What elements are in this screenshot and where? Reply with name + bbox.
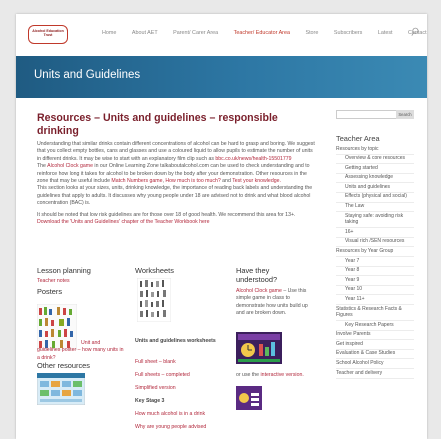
- sidebar-item[interactable]: Getting started: [336, 164, 414, 174]
- link-separator: ,: [162, 178, 164, 185]
- menu-item-parent[interactable]: Parent/ Carer Area: [173, 30, 218, 36]
- page-frame: Alcohol Education Trust Home About AET P…: [16, 14, 427, 439]
- download-chapter-link[interactable]: Download the 'Units and Guidelines' chap…: [37, 219, 210, 225]
- bbc-link[interactable]: bbc.co.uk/news/health-15501779: [215, 156, 291, 162]
- or-text: or use the: [236, 372, 260, 378]
- menu-item-latest[interactable]: Latest: [378, 30, 393, 36]
- site-logo[interactable]: Alcohol Education Trust: [28, 25, 68, 44]
- sidebar-item[interactable]: Units and guidelines: [336, 183, 414, 193]
- sidebar-search-input[interactable]: Search: [336, 110, 414, 119]
- sidebar-item[interactable]: Involve Parents: [336, 331, 414, 341]
- guidelines-text: It should be noted that low risk guideli…: [37, 211, 296, 218]
- interactive-version-link[interactable]: interactive version.: [261, 372, 304, 378]
- menu-item-home[interactable]: Home: [102, 30, 116, 36]
- sidebar-item[interactable]: Effects (physical and social): [336, 193, 414, 203]
- posters-heading: Posters: [37, 287, 63, 297]
- sidebar-item[interactable]: The Law: [336, 203, 414, 213]
- logo-text: Alcohol Education Trust: [32, 29, 64, 38]
- sidebar-item[interactable]: Year 8: [336, 267, 414, 277]
- other-resources-thumbnail[interactable]: [37, 373, 85, 405]
- sidebar-item[interactable]: School Alcohol Policy: [336, 359, 414, 370]
- main-menu: Home About AET Parent/ Carer Area Teache…: [102, 30, 427, 36]
- article-heading: Resources – Units and guidelines – respo…: [37, 112, 278, 137]
- sidebar-item[interactable]: Resources by topic: [336, 145, 414, 155]
- menu-item-subscribers[interactable]: Subscribers: [334, 30, 362, 36]
- section-paragraph: This section looks at your sizes, units,…: [37, 185, 313, 207]
- menu-item-store[interactable]: Store: [305, 30, 318, 36]
- sidebar-item[interactable]: Overview & core resources: [336, 155, 414, 165]
- worksheets-heading: Worksheets: [135, 266, 174, 275]
- sidebar-item[interactable]: Evaluation & Case Studies: [336, 350, 414, 360]
- lesson-heading: Lesson planning: [37, 266, 91, 275]
- sidebar-item[interactable]: Assessing knowledge: [336, 174, 414, 184]
- worksheet-link-simplified[interactable]: Simplified version: [135, 385, 176, 392]
- and-text: and: [222, 178, 231, 185]
- understood-heading: Have they understood?: [236, 266, 278, 284]
- sidebar-item[interactable]: Resources by Year Group: [336, 247, 414, 258]
- guidelines-paragraph: It should be noted that low risk guideli…: [37, 212, 317, 227]
- match-numbers-link[interactable]: Match Numbers game: [111, 178, 162, 184]
- lesson-column: Lesson planning Teacher notes Posters Un…: [37, 266, 125, 405]
- sidebar-title: Teacher Area: [336, 134, 380, 143]
- page-banner: Units and Guidelines: [16, 56, 427, 98]
- alcohol-clock-game-link[interactable]: Alcohol Clock game: [236, 288, 282, 294]
- main-content: Resources – Units and guidelines – respo…: [37, 110, 317, 226]
- worksheets-subheading: Units and guidelines worksheets: [135, 338, 216, 344]
- menu-item-teacher[interactable]: Teacher/ Educator Area: [234, 30, 290, 36]
- search-icon[interactable]: [411, 27, 419, 37]
- clock-prefix: The: [37, 163, 46, 170]
- page-title: Units and Guidelines: [34, 69, 141, 81]
- clock-paragraph: The Alcohol Clock game in our Online Lea…: [37, 163, 317, 185]
- worksheet-link-completed[interactable]: Full sheets – completed: [135, 372, 190, 379]
- sidebar-search-button[interactable]: Search: [396, 110, 414, 119]
- sidebar-item[interactable]: Year 7: [336, 257, 414, 267]
- teacher-notes-link[interactable]: Teacher notes: [37, 278, 125, 285]
- sidebar-item[interactable]: Visual rich /SEN resources: [336, 238, 414, 248]
- sidebar-item[interactable]: Staying safe: avoiding risk taking: [336, 212, 414, 229]
- key-stage-heading: Key Stage 3: [135, 398, 165, 404]
- top-nav: Alcohol Education Trust Home About AET P…: [16, 14, 427, 56]
- menu-item-about[interactable]: About AET: [132, 30, 158, 36]
- sidebar-item[interactable]: Teacher and delivery: [336, 369, 414, 379]
- too-much-link[interactable]: How much is too much?: [165, 178, 220, 184]
- worksheet-link-blank[interactable]: Full sheet – blank: [135, 359, 176, 366]
- sidebar-item[interactable]: Year 10: [336, 286, 414, 296]
- interactive-thumbnail[interactable]: [236, 386, 262, 410]
- clock-game-thumbnail[interactable]: [236, 332, 282, 364]
- worksheets-column: Worksheets Units and guidelines workshee…: [135, 266, 227, 430]
- sidebar-item[interactable]: Statistics & Research Facts & Figures: [336, 305, 414, 322]
- other-resources-heading: Other resources: [37, 361, 90, 370]
- test-knowledge-link[interactable]: Test your knowledge.: [232, 178, 281, 184]
- alcohol-clock-link[interactable]: Alcohol Clock game: [47, 163, 93, 169]
- sidebar-item[interactable]: 16+: [336, 228, 414, 238]
- sidebar-nav: Resources by topic Overview & core resour…: [336, 145, 414, 379]
- sidebar-item[interactable]: Get inspired: [336, 340, 414, 350]
- sidebar: Search Teacher Area Resources by topic Ov…: [336, 110, 414, 379]
- interactive-text: or use the interactive version.: [236, 372, 316, 379]
- understood-text: Alcohol Clock game – Use this simple gam…: [236, 288, 316, 318]
- stage-link-why-young[interactable]: Why are young people advised: [135, 424, 227, 431]
- understood-column: Have they understood? Alcohol Clock game…: [236, 266, 316, 410]
- intro-paragraph: Understanding that similar drinks contai…: [37, 141, 317, 163]
- sidebar-item[interactable]: Year 9: [336, 276, 414, 286]
- stage-link-how-much[interactable]: How much alcohol is in a drink: [135, 411, 227, 418]
- sidebar-item[interactable]: Key Research Papers: [336, 321, 414, 331]
- worksheet-thumbnail[interactable]: [137, 278, 171, 322]
- sidebar-item[interactable]: Year 11+: [336, 295, 414, 305]
- poster-caption-link[interactable]: Unit and guidelines poster – how many un…: [37, 340, 125, 362]
